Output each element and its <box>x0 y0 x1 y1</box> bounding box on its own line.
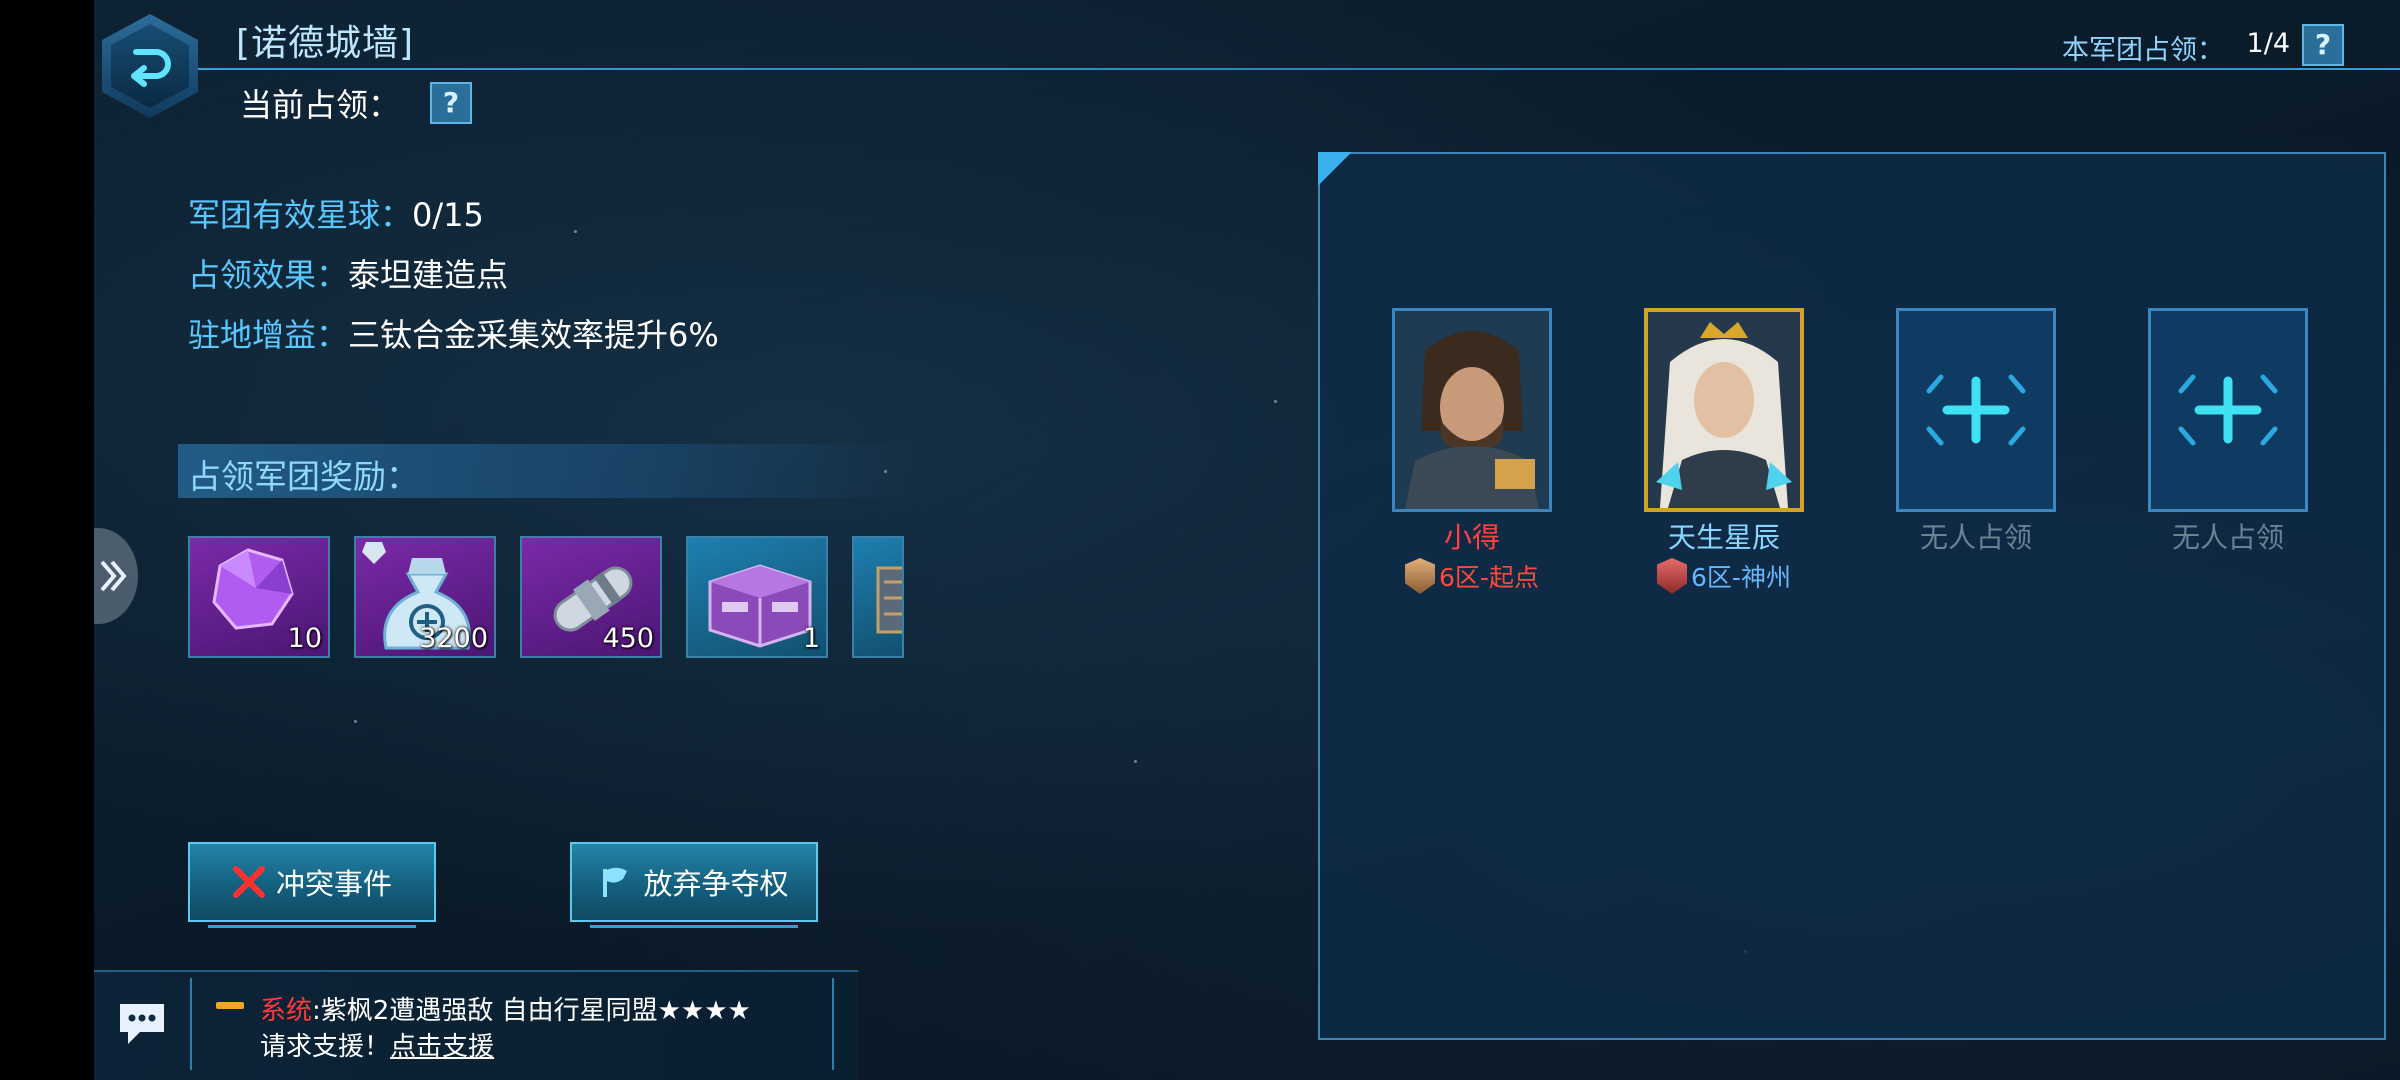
conflict-events-button[interactable]: 冲突事件 <box>188 842 436 928</box>
crossed-swords-icon <box>232 866 265 898</box>
add-plus-icon <box>2178 374 2278 446</box>
chat-bubble-icon <box>120 1004 164 1044</box>
add-plus-icon <box>1926 374 2026 446</box>
chat-message-line1: 系统:紫枫2遭遇强敌 自由行星同盟★★★★ <box>260 990 751 1027</box>
buff-row: 驻地增益：三钛合金采集效率提升6% <box>188 310 719 356</box>
current-occupy-label: 当前占领： <box>240 86 401 124</box>
flag-icon <box>603 867 628 897</box>
occupant-portrait <box>1392 308 1552 512</box>
header-divider <box>194 68 2400 70</box>
chat-message-text: :紫枫2遭遇强敌 自由行星同盟★★★★ <box>312 996 751 1026</box>
double-chevron-right-icon <box>100 560 127 592</box>
panel-corner-accent <box>1318 152 1352 186</box>
buff-value: 三钛合金采集效率提升6% <box>348 316 719 354</box>
occupant-name: 小得 <box>1443 521 1500 554</box>
reward-count: 1 <box>802 623 820 654</box>
return-arrow-icon <box>131 49 171 87</box>
partial-item-icon <box>876 566 902 634</box>
reward-count: 3200 <box>419 623 488 654</box>
bg-star <box>1274 400 1277 403</box>
expand-button[interactable] <box>94 528 138 624</box>
buff-label: 驻地增益： <box>188 316 349 354</box>
commander-portrait-icon <box>1648 312 1800 508</box>
occupant-server-label: 6区-起点 <box>1439 563 1539 592</box>
effect-value: 泰坦建造点 <box>348 256 509 294</box>
bg-star <box>1134 760 1137 763</box>
empty-slot-label: 无人占领 <box>1919 521 2032 554</box>
occupant-portrait <box>1644 308 1804 512</box>
occupant-server: 6区-神州 <box>1644 558 1804 594</box>
occupant-server-label: 6区-神州 <box>1691 563 1791 592</box>
chat-message-prefix: 请求支援！ <box>260 1032 391 1062</box>
planets-row: 军团有效星球：0/15 <box>188 190 484 236</box>
abandon-claim-button[interactable]: 放弃争夺权 <box>570 842 818 928</box>
occupant-panel: 小得 6区-起点 天生星辰 6区-神州 无人占领 无人占领 <box>1318 152 2386 1040</box>
occupant-name: 天生星辰 <box>1667 521 1780 554</box>
rank-badge-icon <box>1657 558 1688 594</box>
bg-star <box>574 230 577 233</box>
empty-slot-label: 无人占领 <box>2171 521 2284 554</box>
empty-slot[interactable]: 无人占领 <box>1896 308 2056 556</box>
chat-button[interactable] <box>116 998 168 1052</box>
location-title: [诺德城墙] <box>236 23 415 64</box>
reward-item[interactable]: 10 <box>188 536 330 658</box>
chat-bar[interactable]: 系统:紫枫2遭遇强敌 自由行星同盟★★★★ 请求支援！点击支援 <box>94 970 858 1080</box>
empty-slot-frame <box>1896 308 2056 512</box>
game-screen: [诺德城墙] 当前占领： ? 本军团占领： 1/4 ? 军团有效星球：0/15 … <box>94 0 2400 1080</box>
reward-count: 10 <box>287 623 322 654</box>
legion-occupy-label: 本军团占领： <box>2062 35 2224 66</box>
occupant-slot[interactable]: 天生星辰 6区-神州 <box>1644 308 1804 594</box>
commander-portrait-icon <box>1395 311 1549 509</box>
reward-item[interactable]: 1 <box>686 536 828 658</box>
system-label: 系统 <box>260 996 313 1026</box>
chat-message-line2: 请求支援！点击支援 <box>260 1026 494 1063</box>
legion-occupy-count: 1/4 <box>2246 28 2290 59</box>
support-link[interactable]: 点击支援 <box>390 1032 494 1062</box>
reward-item[interactable]: 3200 <box>354 536 496 658</box>
effect-row: 占领效果：泰坦建造点 <box>188 250 508 296</box>
abandon-claim-label: 放弃争夺权 <box>643 867 789 901</box>
conflict-events-label: 冲突事件 <box>275 867 392 901</box>
reward-title: 占领军团奖励： <box>188 457 419 496</box>
planets-label: 军团有效星球： <box>188 196 413 234</box>
empty-slot[interactable]: 无人占领 <box>2148 308 2308 556</box>
rank-badge-icon <box>1405 558 1436 594</box>
bg-star <box>354 720 357 723</box>
effect-label: 占领效果： <box>188 256 349 294</box>
occupant-slot[interactable]: 小得 6区-起点 <box>1392 308 1552 594</box>
occupant-server: 6区-起点 <box>1392 558 1552 594</box>
reward-item[interactable]: 450 <box>520 536 662 658</box>
legion-help-button[interactable]: ? <box>2302 24 2344 66</box>
planets-value: 0/15 <box>412 196 484 234</box>
reward-count: 450 <box>602 623 654 654</box>
reward-header: 占领军团奖励： <box>178 444 918 498</box>
reward-item-partial[interactable] <box>852 536 904 658</box>
empty-slot-frame <box>2148 308 2308 512</box>
help-button[interactable]: ? <box>430 82 472 124</box>
back-button[interactable] <box>102 14 198 118</box>
message-type-indicator <box>216 1002 244 1009</box>
